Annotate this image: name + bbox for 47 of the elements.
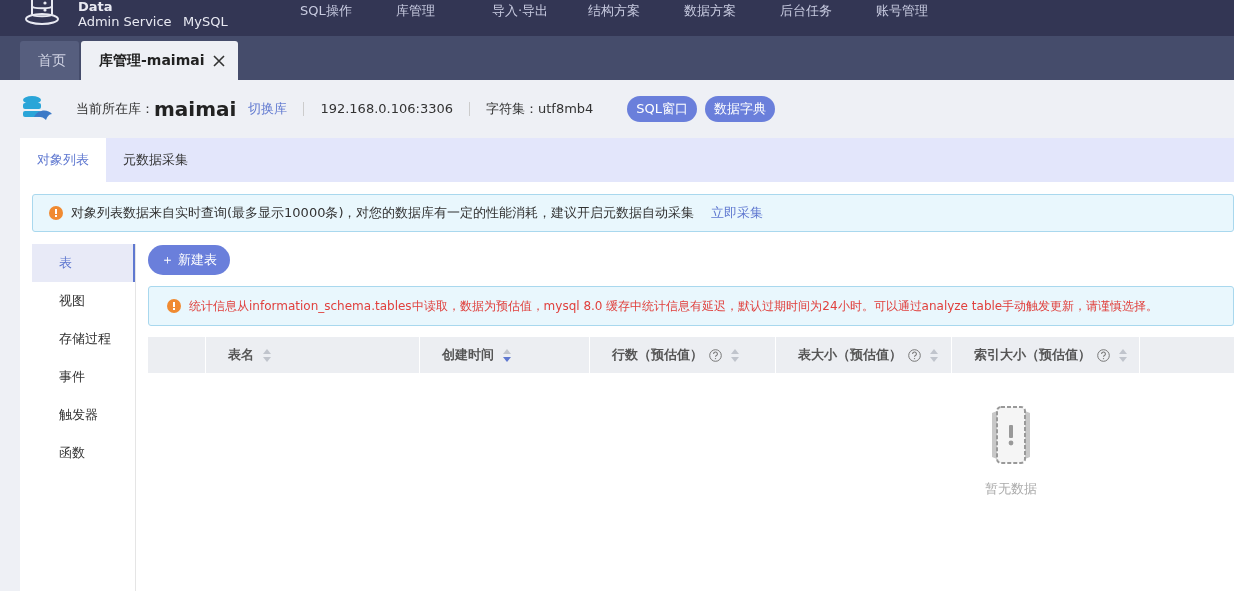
- help-icon[interactable]: [1097, 348, 1110, 362]
- menu-item[interactable]: 后台任务: [774, 0, 870, 22]
- brand-name: Data: [78, 0, 113, 13]
- warning-icon: [167, 299, 181, 313]
- page-tab[interactable]: 库管理-maimai: [81, 41, 239, 80]
- brand-subtitle: Admin Service: [78, 13, 172, 31]
- collect-now-link[interactable]: 立即采集: [710, 203, 763, 223]
- side-menu-item[interactable]: 存储过程: [32, 320, 135, 358]
- menu-item[interactable]: 结构方案: [582, 0, 678, 22]
- help-icon[interactable]: [908, 348, 921, 362]
- column-header[interactable]: 表名: [228, 345, 254, 365]
- switch-db-link[interactable]: 切换库: [248, 99, 288, 119]
- empty-state-icon: [991, 405, 1031, 467]
- product-label: MySQL: [183, 13, 228, 31]
- warning-text: 统计信息从information_schema.tables中读取，数据为预估值，mysql 8.0 缓存中统计信息有延迟，默认过期时间为24小时。可以通过analyze table手动触发更新，请谨慎选择。: [189, 298, 1159, 315]
- database-logo-icon: [24, 0, 60, 26]
- header-button[interactable]: SQL窗口: [627, 96, 698, 122]
- sort-icon[interactable]: [503, 348, 511, 362]
- charset-label: 字符集：utf8mb4: [485, 100, 594, 119]
- database-dolphin-icon: [22, 95, 54, 123]
- notice-text: 对象列表数据来自实时查询(最多显示10000条)，对您的数据库有一定的性能消耗，建议开启元数据自动采集: [71, 204, 695, 223]
- host-address: 192.168.0.106:3306: [320, 100, 453, 119]
- empty-text: 暂无数据: [985, 480, 1037, 498]
- menu-item[interactable]: 账号管理: [870, 0, 966, 22]
- column-header[interactable]: 表大小（预估值）: [798, 345, 902, 365]
- side-menu-item[interactable]: 函数: [32, 434, 135, 472]
- menu-item[interactable]: SQL操作: [294, 0, 390, 22]
- header-button[interactable]: 数据字典: [705, 96, 776, 122]
- help-icon[interactable]: [709, 348, 722, 362]
- column-header[interactable]: 行数（预估值）: [612, 345, 703, 365]
- side-menu-item[interactable]: 触发器: [32, 396, 135, 434]
- side-menu-item[interactable]: 表: [32, 244, 135, 282]
- close-icon[interactable]: [213, 54, 226, 67]
- side-menu-item[interactable]: 事件: [32, 358, 135, 396]
- menu-item[interactable]: 数据方案: [678, 0, 774, 22]
- current-db-label: 当前所在库：: [76, 100, 154, 119]
- tab[interactable]: 元数据采集: [106, 138, 205, 182]
- column-header[interactable]: 创建时间: [442, 345, 494, 365]
- warning-icon: [49, 206, 63, 220]
- page-tab[interactable]: 首页: [20, 41, 79, 80]
- menu-item[interactable]: 库管理: [390, 0, 486, 22]
- database-name: maimai: [154, 96, 237, 123]
- tab[interactable]: 对象列表: [20, 138, 106, 182]
- menu-item[interactable]: 导入·导出: [486, 0, 582, 22]
- new-table-button[interactable]: ＋ 新建表: [148, 245, 230, 275]
- column-header[interactable]: 索引大小（预估值）: [974, 345, 1091, 365]
- side-menu-item[interactable]: 视图: [32, 282, 135, 320]
